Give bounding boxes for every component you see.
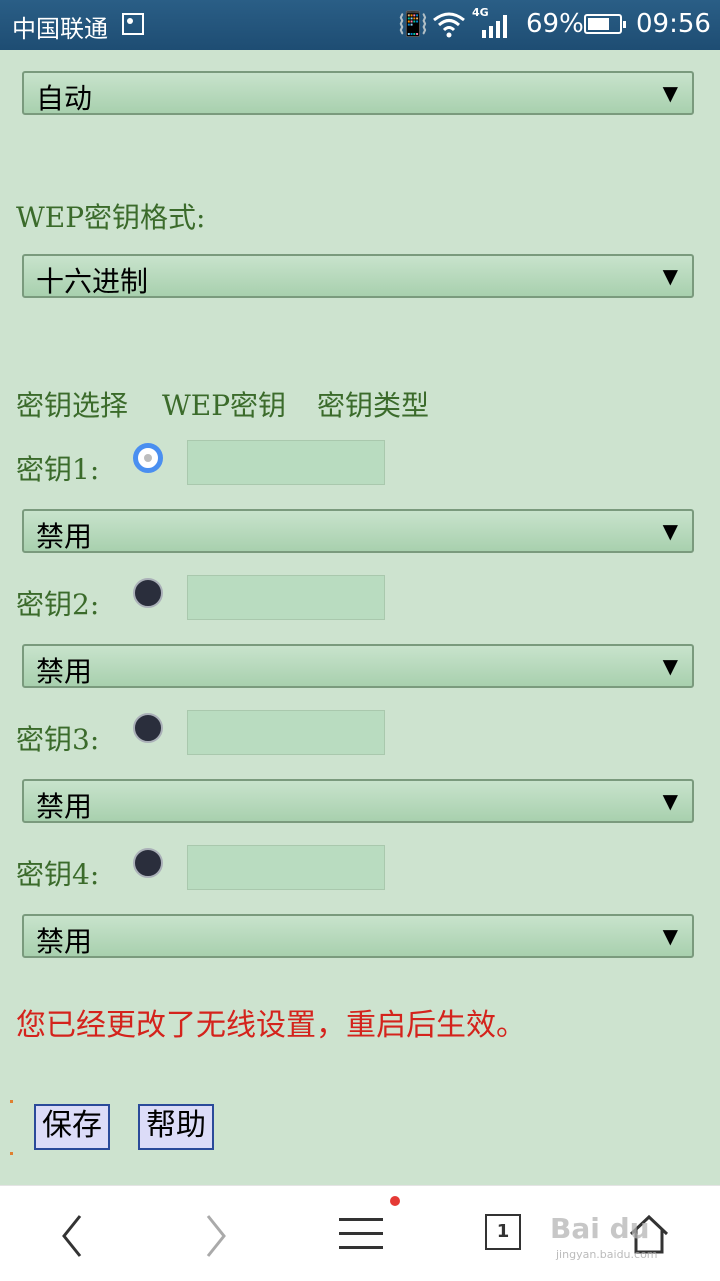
key2-input[interactable] [187, 575, 385, 620]
signal-icon [482, 15, 507, 38]
battery-percent: 69% [526, 9, 584, 39]
status-bar: 中国联通 📳 4G 69% 09:56 [0, 0, 720, 50]
key3-input[interactable] [187, 710, 385, 755]
key4-input[interactable] [187, 845, 385, 890]
key2-type-value: 禁用 [36, 655, 93, 688]
restart-warning: 您已经更改了无线设置，重启后生效。 [16, 1008, 526, 1043]
image-notification-icon [122, 13, 144, 35]
key-select-header: 密钥选择 [16, 389, 129, 422]
dropdown-arrow-icon: ▼ [662, 264, 678, 288]
auth-mode-value: 自动 [36, 82, 93, 115]
key1-radio[interactable] [133, 443, 163, 473]
wep-format-label: WEP密钥格式: [16, 201, 206, 234]
vibrate-icon: 📳 [398, 10, 428, 38]
key-type-header: 密钥类型 [317, 389, 430, 422]
tabs-button[interactable]: 1 [485, 1214, 521, 1250]
key2-radio[interactable] [133, 578, 163, 608]
watermark-logo: Bai du [550, 1212, 650, 1245]
help-button[interactable]: 帮助 [138, 1104, 214, 1150]
carrier-name: 中国联通 [12, 15, 108, 43]
key4-label: 密钥4: [16, 858, 100, 891]
key1-type-value: 禁用 [36, 520, 93, 553]
back-icon[interactable] [58, 1214, 86, 1258]
dropdown-arrow-icon: ▼ [662, 924, 678, 948]
key2-label: 密钥2: [16, 588, 100, 621]
dropdown-arrow-icon: ▼ [662, 519, 678, 543]
auth-mode-select[interactable]: 自动 ▼ [22, 71, 694, 115]
key4-radio[interactable] [133, 848, 163, 878]
key1-type-select[interactable]: 禁用 ▼ [22, 509, 694, 553]
notification-dot [390, 1196, 400, 1206]
decorative-dot [10, 1100, 13, 1103]
key3-radio[interactable] [133, 713, 163, 743]
wep-format-select[interactable]: 十六进制 ▼ [22, 254, 694, 298]
wifi-icon [433, 12, 465, 38]
clock: 09:56 [636, 9, 711, 39]
key4-type-value: 禁用 [36, 925, 93, 958]
dropdown-arrow-icon: ▼ [662, 654, 678, 678]
key2-type-select[interactable]: 禁用 ▼ [22, 644, 694, 688]
wep-format-value: 十六进制 [36, 265, 149, 298]
key3-type-value: 禁用 [36, 790, 93, 823]
wep-key-header: WEP密钥 [162, 389, 287, 422]
key3-type-select[interactable]: 禁用 ▼ [22, 779, 694, 823]
key3-label: 密钥3: [16, 723, 100, 756]
dropdown-arrow-icon: ▼ [662, 789, 678, 813]
watermark-url: jingyan.baidu.com [556, 1248, 658, 1261]
decorative-dot [10, 1152, 13, 1155]
forward-icon[interactable] [202, 1214, 230, 1258]
key1-input[interactable] [187, 440, 385, 485]
battery-icon [584, 14, 626, 34]
dropdown-arrow-icon: ▼ [662, 81, 678, 105]
key1-label: 密钥1: [16, 453, 100, 486]
key4-type-select[interactable]: 禁用 ▼ [22, 914, 694, 958]
save-button[interactable]: 保存 [34, 1104, 110, 1150]
menu-icon[interactable] [338, 1214, 384, 1254]
